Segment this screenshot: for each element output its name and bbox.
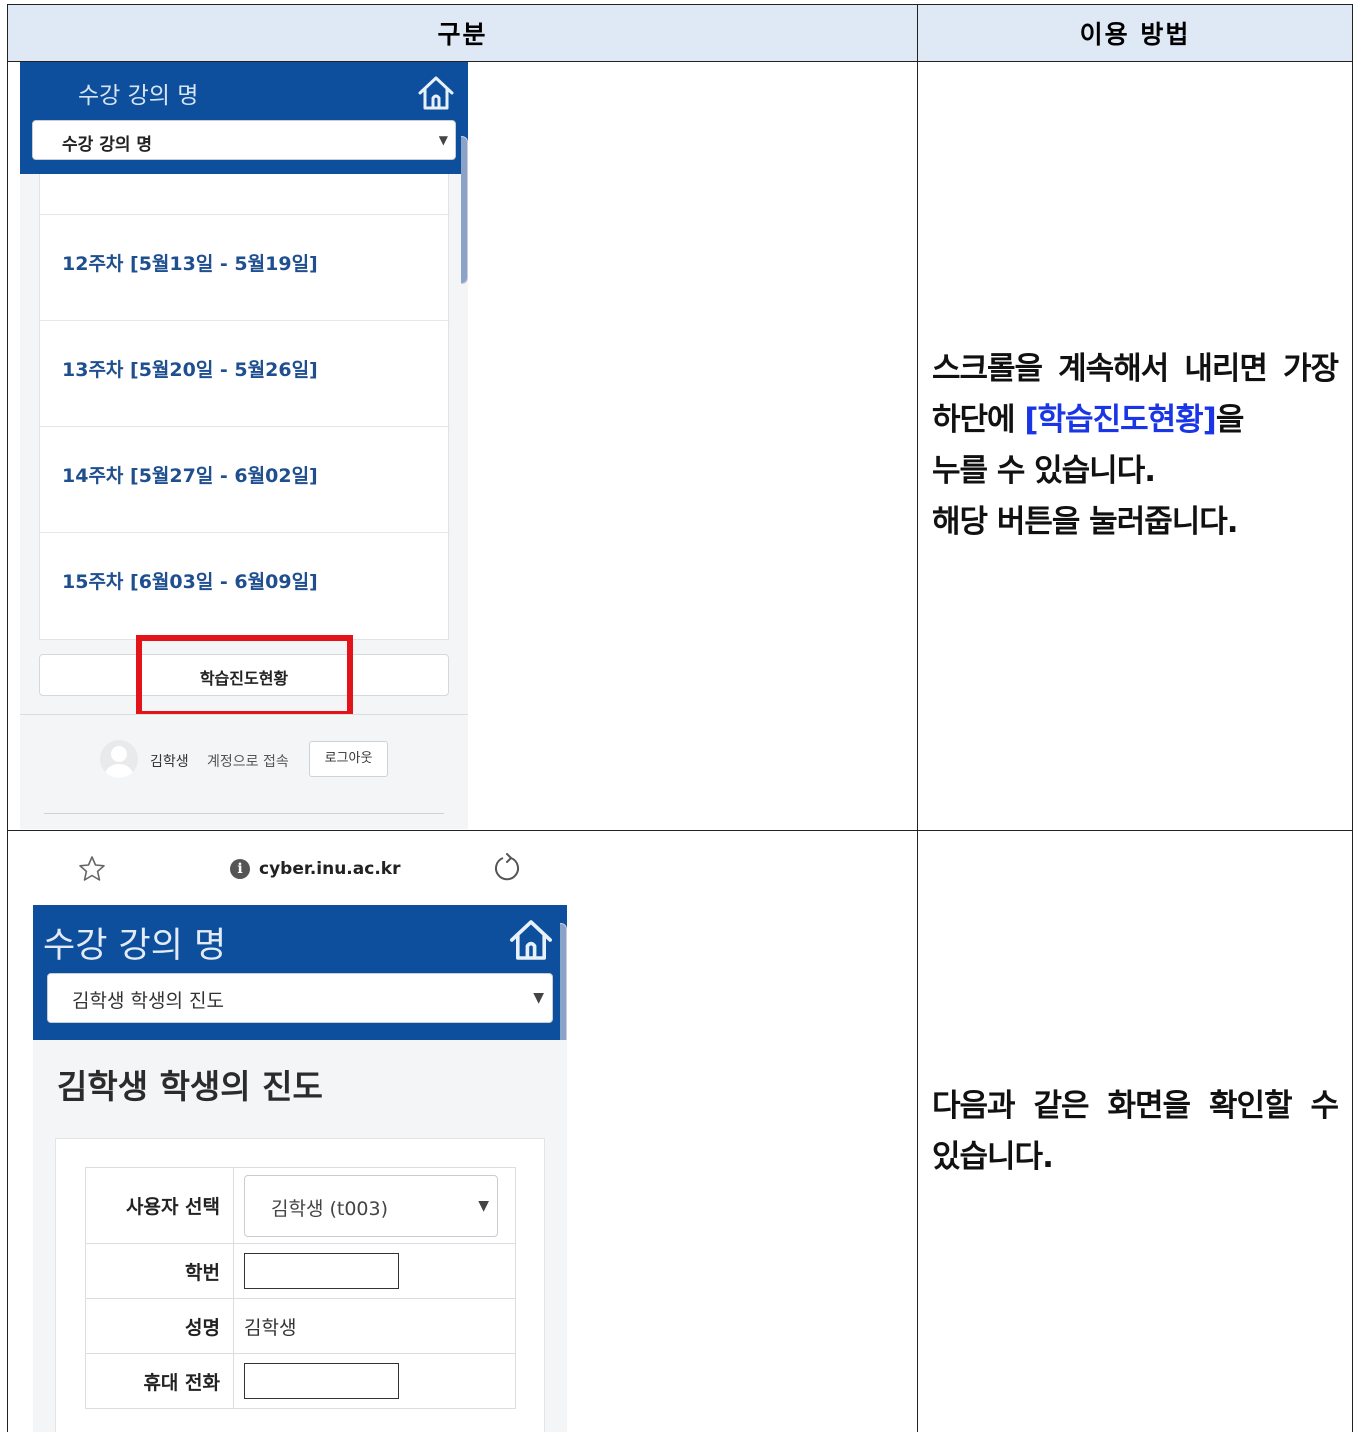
user-select-label: 사용자 선택: [85, 1167, 234, 1244]
instruction-line: 해당 버튼을 눌러줍니다.: [932, 504, 1239, 540]
side-panel-tab[interactable]: [461, 136, 468, 284]
course-select-value: 수강 강의 명: [62, 135, 153, 155]
form-value-cell: 김학생 (t003) ▼: [233, 1167, 516, 1244]
login-status-text: 계정으로 접속: [207, 754, 289, 770]
user-select[interactable]: 김학생 (t003) ▼: [244, 1174, 498, 1237]
instruction-text: 스크롤을 계속해서 내리면 가장 하단에 [학습진도현황]을 누를 수 있습니다…: [932, 344, 1339, 548]
course-header: 수강 강의 명 김학생 학생의 진도 ▼: [33, 905, 567, 1040]
instruction-text: 다음과 같은 화면을 확인할 수 있습니다.: [932, 1081, 1339, 1183]
instruction-cell: 다음과 같은 화면을 확인할 수 있습니다.: [917, 830, 1353, 1432]
form-row: 학번: [85, 1243, 516, 1299]
instruction-line: 누를 수 있습니다.: [932, 453, 1156, 489]
guide-table: 구분 이용 방법 수강 강의 명 수강 강의 명 ▼ 12주차 [5월13일 -…: [7, 4, 1353, 1432]
table-header-row: 구분 이용 방법: [7, 4, 1353, 62]
chevron-down-icon: ▼: [533, 990, 544, 1006]
browser-url[interactable]: cyber.inu.ac.kr: [259, 859, 400, 879]
course-select[interactable]: 수강 강의 명 ▼: [32, 120, 456, 160]
screenshot-cell: 수강 강의 명 수강 강의 명 ▼ 12주차 [5월13일 - 5월19일] 1…: [7, 61, 918, 831]
course-header: 수강 강의 명 수강 강의 명 ▼: [20, 62, 468, 174]
name-value: 김학생: [233, 1298, 516, 1354]
progress-page-screenshot: i cyber.inu.ac.kr 수강 강의 명 김학생 학생의 진도 ▼ 김…: [8, 831, 578, 1432]
user-select-value: 김학생 (t003): [271, 1197, 389, 1220]
week-list: 12주차 [5월13일 - 5월19일] 13주차 [5월20일 - 5월26일…: [39, 174, 450, 640]
header-usage: 이용 방법: [917, 4, 1353, 62]
user-info-form: 사용자 선택 김학생 (t003) ▼ 학번 성명 김학생 휴대 전화: [85, 1167, 516, 1409]
reload-icon[interactable]: [492, 853, 522, 883]
instruction-cell: 스크롤을 계속해서 내리면 가장 하단에 [학습진도현황]을 누를 수 있습니다…: [917, 61, 1353, 831]
info-icon[interactable]: i: [230, 859, 250, 879]
phone-field[interactable]: [244, 1363, 399, 1399]
instruction-fragment: 을: [1215, 402, 1245, 438]
instruction-line: 하단에 [학습진도현황]을: [932, 395, 1338, 446]
list-item[interactable]: 13주차 [5월20일 - 5월26일]: [40, 320, 450, 426]
progress-card: 사용자 선택 김학생 (t003) ▼ 학번 성명 김학생 휴대 전화: [55, 1138, 545, 1432]
name-label: 성명: [85, 1298, 234, 1354]
instruction-line: 스크롤을 계속해서 내리면 가장: [932, 351, 1339, 387]
week-label: 15주차 [6월03일 - 6월09일]: [62, 571, 318, 593]
screenshot-cell: i cyber.inu.ac.kr 수강 강의 명 김학생 학생의 진도 ▼ 김…: [7, 830, 918, 1432]
instruction-fragment: 하단에: [932, 402, 1025, 438]
form-value-cell: [233, 1353, 516, 1409]
list-item[interactable]: 12주차 [5월13일 - 5월19일]: [40, 214, 450, 320]
star-icon[interactable]: [78, 855, 106, 883]
header-category: 구분: [7, 4, 918, 62]
week-label: 12주차 [5월13일 - 5월19일]: [62, 253, 318, 275]
account-footer: 김학생 계정으로 접속 로그아웃: [20, 714, 468, 829]
list-item[interactable]: 15주차 [6월03일 - 6월09일]: [40, 532, 450, 638]
mobile-course-screenshot: 수강 강의 명 수강 강의 명 ▼ 12주차 [5월13일 - 5월19일] 1…: [20, 62, 468, 829]
course-title: 수강 강의 명: [43, 926, 227, 966]
list-item[interactable]: 14주차 [5월27일 - 6월02일]: [40, 426, 450, 532]
student-id-label: 학번: [85, 1243, 234, 1299]
form-value-cell: [233, 1243, 516, 1299]
logout-button[interactable]: 로그아웃: [309, 741, 388, 777]
phone-label: 휴대 전화: [85, 1353, 234, 1409]
instruction-line: 있습니다.: [932, 1139, 1054, 1175]
form-row: 사용자 선택 김학생 (t003) ▼: [85, 1167, 516, 1244]
home-icon[interactable]: [507, 917, 555, 963]
chevron-down-icon: ▼: [438, 133, 448, 147]
table-row: i cyber.inu.ac.kr 수강 강의 명 김학생 학생의 진도 ▼ 김…: [7, 830, 1353, 1432]
course-select[interactable]: 김학생 학생의 진도 ▼: [47, 973, 553, 1023]
avatar: [100, 740, 138, 778]
highlight-box: [136, 635, 353, 717]
form-row: 성명 김학생: [85, 1298, 516, 1354]
course-title: 수강 강의 명: [78, 83, 199, 109]
form-row: 휴대 전화: [85, 1353, 516, 1409]
divider: [44, 813, 444, 814]
course-select-value: 김학생 학생의 진도: [72, 990, 224, 1012]
page-title: 김학생 학생의 진도: [57, 1067, 323, 1106]
student-id-field[interactable]: [244, 1253, 399, 1289]
page-body: 김학생 학생의 진도 사용자 선택 김학생 (t003) ▼ 학번 성명 김학생…: [33, 1040, 567, 1432]
week-label: 13주차 [5월20일 - 5월26일]: [62, 359, 318, 381]
highlighted-button-name: [학습진도현황]: [1024, 402, 1216, 438]
week-label: 14주차 [5월27일 - 6월02일]: [62, 465, 318, 487]
chevron-down-icon: ▼: [478, 1197, 489, 1214]
home-icon[interactable]: [416, 74, 456, 112]
user-name: 김학생: [150, 754, 189, 770]
table-row: 수강 강의 명 수강 강의 명 ▼ 12주차 [5월13일 - 5월19일] 1…: [7, 61, 1353, 831]
instruction-line: 다음과 같은 화면을 확인할 수: [932, 1088, 1339, 1124]
